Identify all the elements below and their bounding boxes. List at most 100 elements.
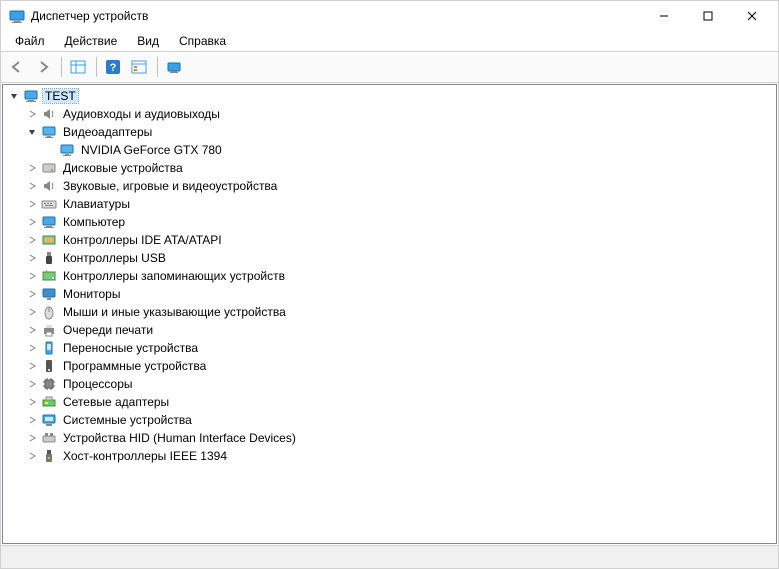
tree-row[interactable]: Хост-контроллеры IEEE 1394 [3,447,776,465]
storage-icon [41,268,57,284]
tree-row[interactable]: Дисковые устройства [3,159,776,177]
tree-row[interactable]: Программные устройства [3,357,776,375]
tree-item-label: Компьютер [61,215,127,229]
tree-row[interactable]: Контроллеры IDE ATA/ATAPI [3,231,776,249]
firewire-icon [41,448,57,464]
tree-row[interactable]: Контроллеры USB [3,249,776,267]
device-tree[interactable]: TEST Аудиовходы и аудиовыходы Видеоадаптер… [3,87,776,465]
tree-row[interactable]: Процессоры [3,375,776,393]
tree-spacer [43,143,57,157]
tree-item-label: Устройства HID (Human Interface Devices) [61,431,298,445]
tree-item-label: NVIDIA GeForce GTX 780 [79,143,224,157]
scan-hardware-button[interactable] [162,56,186,78]
tree-row[interactable]: Компьютер [3,213,776,231]
expand-icon[interactable] [25,107,39,121]
svg-text:?: ? [110,62,117,74]
tree-row[interactable]: Переносные устройства [3,339,776,357]
tree-item-label: Программные устройства [61,359,208,373]
toolbar-separator [96,57,97,77]
tree-row[interactable]: Мониторы [3,285,776,303]
expand-icon[interactable] [25,287,39,301]
hid-icon [41,430,57,446]
tree-row[interactable]: TEST [3,87,776,105]
expand-icon[interactable] [25,413,39,427]
expand-icon[interactable] [25,269,39,283]
portable-icon [41,340,57,356]
window-title: Диспетчер устройств [31,9,642,23]
disk-icon [41,160,57,176]
expand-icon[interactable] [25,161,39,175]
app-icon [9,8,25,24]
tree-item-label: Контроллеры USB [61,251,168,265]
cpu-icon [41,376,57,392]
expand-icon[interactable] [25,233,39,247]
tree-row[interactable]: Системные устройства [3,411,776,429]
speaker-icon [41,178,57,194]
maximize-button[interactable] [686,1,730,31]
statusbar [1,545,778,568]
software-icon [41,358,57,374]
collapse-icon[interactable] [7,89,21,103]
tree-item-label: Очереди печати [61,323,155,337]
tree-row[interactable]: Аудиовходы и аудиовыходы [3,105,776,123]
monitor-icon [41,286,57,302]
back-button[interactable] [5,56,29,78]
tree-row[interactable]: Звуковые, игровые и видеоустройства [3,177,776,195]
device-tree-container: TEST Аудиовходы и аудиовыходы Видеоадаптер… [2,84,777,544]
tree-item-label: Дисковые устройства [61,161,185,175]
display-icon [41,124,57,140]
expand-icon[interactable] [25,359,39,373]
menu-file[interactable]: Файл [5,32,55,50]
tree-item-label: Мыши и иные указывающие устройства [61,305,288,319]
show-hide-tree-button[interactable] [66,56,90,78]
tree-item-label: Контроллеры запоминающих устройств [61,269,287,283]
tree-item-label: Клавиатуры [61,197,132,211]
expand-icon[interactable] [25,197,39,211]
device-manager-window: Диспетчер устройств Файл Действие Вид Сп… [0,0,779,569]
expand-icon[interactable] [25,305,39,319]
mouse-icon [41,304,57,320]
minimize-button[interactable] [642,1,686,31]
menu-view[interactable]: Вид [127,32,169,50]
forward-button[interactable] [31,56,55,78]
expand-icon[interactable] [25,323,39,337]
computer-icon [41,214,57,230]
system-icon [41,412,57,428]
tree-item-label: Сетевые адаптеры [61,395,171,409]
tree-row[interactable]: Клавиатуры [3,195,776,213]
expand-icon[interactable] [25,431,39,445]
properties-button[interactable] [127,56,151,78]
expand-icon[interactable] [25,179,39,193]
tree-item-label: Хост-контроллеры IEEE 1394 [61,449,229,463]
tree-row[interactable]: Устройства HID (Human Interface Devices) [3,429,776,447]
expand-icon[interactable] [25,449,39,463]
tree-row[interactable]: Видеоадаптеры [3,123,776,141]
tree-row[interactable]: Контроллеры запоминающих устройств [3,267,776,285]
tree-item-label: Мониторы [61,287,122,301]
keyboard-icon [41,196,57,212]
expand-icon[interactable] [25,215,39,229]
computer-icon [23,88,39,104]
content-area: TEST Аудиовходы и аудиовыходы Видеоадаптер… [1,83,778,545]
expand-icon[interactable] [25,341,39,355]
expand-icon[interactable] [25,395,39,409]
tree-item-label: TEST [43,89,78,103]
titlebar: Диспетчер устройств [1,1,778,31]
menu-action[interactable]: Действие [55,32,128,50]
tree-item-label: Контроллеры IDE ATA/ATAPI [61,233,224,247]
tree-item-label: Системные устройства [61,413,194,427]
expand-icon[interactable] [25,251,39,265]
collapse-icon[interactable] [25,125,39,139]
tree-row[interactable]: Очереди печати [3,321,776,339]
expand-icon[interactable] [25,377,39,391]
tree-row[interactable]: Сетевые адаптеры [3,393,776,411]
tree-row[interactable]: Мыши и иные указывающие устройства [3,303,776,321]
menu-help[interactable]: Справка [169,32,236,50]
tree-row[interactable]: NVIDIA GeForce GTX 780 [3,141,776,159]
toolbar-separator [61,57,62,77]
tree-item-label: Аудиовходы и аудиовыходы [61,107,222,121]
help-button[interactable]: ? [101,56,125,78]
tree-item-label: Процессоры [61,377,135,391]
display-icon [59,142,75,158]
close-button[interactable] [730,1,774,31]
